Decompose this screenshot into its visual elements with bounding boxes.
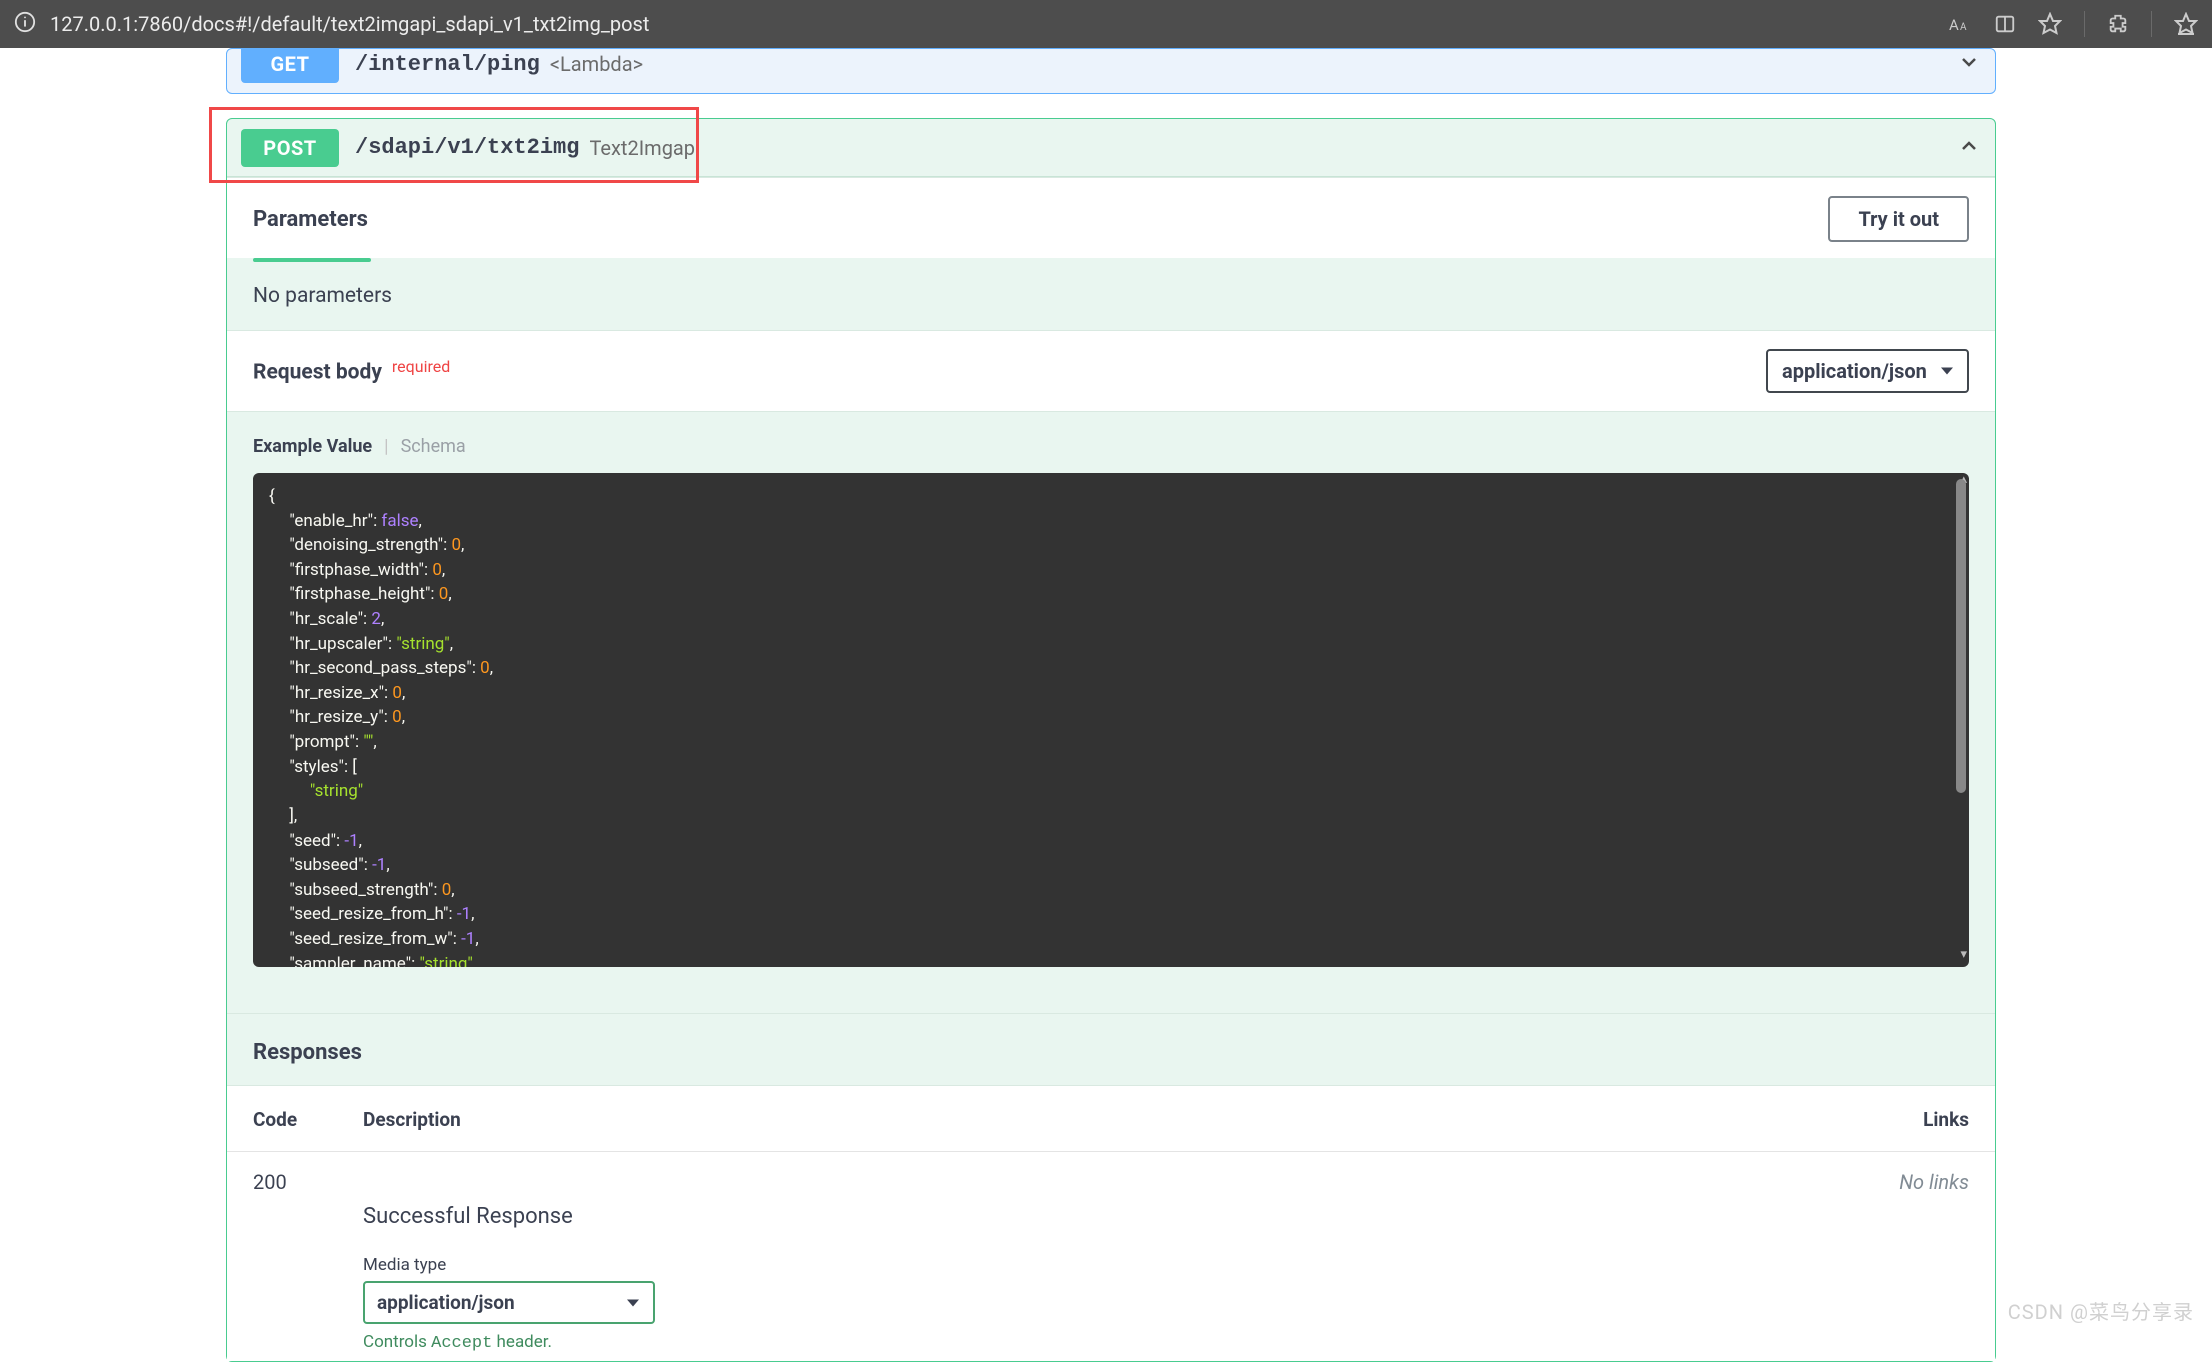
response-row-200: 200 No links xyxy=(227,1152,1995,1204)
request-body-title: Request body xyxy=(253,361,382,385)
col-code: Code xyxy=(253,1108,363,1131)
status-code: 200 xyxy=(253,1170,363,1194)
info-icon xyxy=(14,11,36,38)
endpoint-path: /sdapi/v1/txt2img xyxy=(355,135,579,160)
watermark: CSDN @菜鸟分享录 xyxy=(2008,1296,2194,1325)
responses-title: Responses xyxy=(227,1013,1995,1085)
parameters-header: Parameters Try it out xyxy=(227,177,1995,258)
media-type-select[interactable]: application/json xyxy=(363,1281,655,1324)
try-it-out-button[interactable]: Try it out xyxy=(1828,196,1969,242)
opblock-summary[interactable]: POST /sdapi/v1/txt2img Text2Imgapi xyxy=(227,119,1995,177)
collections-icon[interactable] xyxy=(2174,12,2198,36)
response-description: Successful Response xyxy=(363,1204,1969,1229)
no-links: No links xyxy=(1849,1170,1969,1194)
favorite-icon[interactable] xyxy=(2038,12,2062,36)
svg-text:A: A xyxy=(1949,16,1959,34)
endpoint-name: Text2Imgapi xyxy=(589,136,699,160)
request-body-header: Request body required application/json xyxy=(227,330,1995,412)
no-parameters-text: No parameters xyxy=(227,262,1995,330)
controls-accept-hint: Controls Accept header. xyxy=(363,1332,1969,1353)
opblock-post-txt2img: POST /sdapi/v1/txt2img Text2Imgapi Param… xyxy=(226,118,1996,1362)
separator xyxy=(2151,11,2152,37)
address-text[interactable]: 127.0.0.1:7860/docs#!/default/text2imgap… xyxy=(50,12,1948,36)
example-tabs: Example Value | Schema xyxy=(227,412,1995,467)
separator xyxy=(2084,11,2085,37)
opblock-get-ping[interactable]: GET /internal/ping <Lambda> xyxy=(226,48,1996,94)
endpoint-path: /internal/ping xyxy=(355,52,540,77)
scrollbar[interactable] xyxy=(1956,479,1966,793)
required-label: required xyxy=(392,357,450,376)
method-badge-post: POST xyxy=(241,129,339,167)
extension-icon[interactable] xyxy=(2107,13,2129,35)
col-links: Links xyxy=(1849,1108,1969,1131)
media-type-label: Media type xyxy=(363,1255,1969,1275)
text-size-icon[interactable]: AA xyxy=(1948,12,1972,36)
browser-address-bar: 127.0.0.1:7860/docs#!/default/text2imgap… xyxy=(0,0,2212,48)
tab-example-value[interactable]: Example Value xyxy=(253,436,372,457)
reader-icon[interactable] xyxy=(1994,13,2016,35)
example-code-block[interactable]: ▴▾{ "enable_hr": false, "denoising_stren… xyxy=(253,473,1969,967)
content-type-select[interactable]: application/json xyxy=(1766,349,1969,393)
parameters-title: Parameters xyxy=(253,207,368,232)
chevron-up-icon[interactable] xyxy=(1957,134,1981,162)
method-badge-get: GET xyxy=(241,48,339,83)
tab-separator: | xyxy=(384,436,388,457)
chevron-down-icon[interactable] xyxy=(1957,50,1981,78)
responses-table: Code Description Links 200 No links Succ… xyxy=(227,1085,1995,1361)
col-description: Description xyxy=(363,1108,1849,1131)
svg-text:A: A xyxy=(1960,22,1967,33)
endpoint-name: <Lambda> xyxy=(550,52,643,76)
responses-table-header: Code Description Links xyxy=(227,1086,1995,1152)
tab-schema[interactable]: Schema xyxy=(401,436,466,457)
